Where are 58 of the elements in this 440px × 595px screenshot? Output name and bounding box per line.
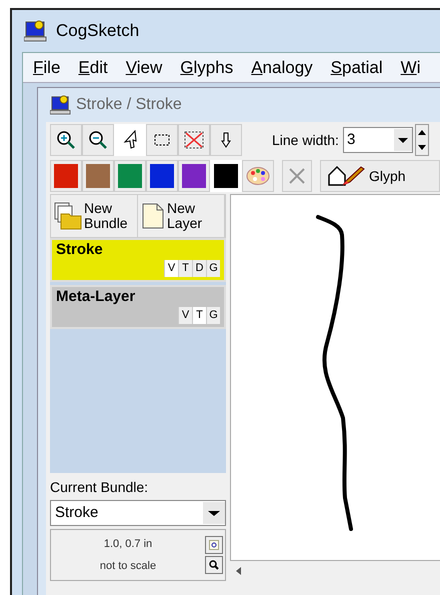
sketch-window-title: Stroke / Stroke <box>76 95 182 115</box>
line-width-label: Line width: <box>272 130 339 150</box>
zoom-button[interactable] <box>205 556 223 574</box>
left-arrow-icon <box>236 567 241 575</box>
app-icon <box>50 95 72 115</box>
menu-item[interactable]: Edit <box>78 54 108 80</box>
color-swatch-button[interactable] <box>82 160 114 192</box>
tool-button[interactable] <box>210 124 242 156</box>
app-icon <box>24 20 48 42</box>
tool-button[interactable] <box>50 124 82 156</box>
color-swatch-button[interactable] <box>114 160 146 192</box>
layer-name: Stroke <box>56 240 104 260</box>
sketch-size-text: 1.0, 0.7 in <box>104 536 152 552</box>
layer-toggle[interactable]: T <box>192 307 206 324</box>
palette-icon <box>246 166 270 186</box>
layer-toggle[interactable]: G <box>206 260 220 277</box>
layer-toggle[interactable]: G <box>206 307 220 324</box>
house-brush-icon <box>327 165 367 187</box>
glyph-button[interactable]: Glyph <box>320 160 440 192</box>
caret-icon <box>203 502 225 524</box>
layer-toggle[interactable]: V <box>178 307 192 324</box>
page-icon <box>140 201 166 231</box>
zoom-icon <box>209 540 219 550</box>
caret-icon <box>394 129 412 151</box>
search-icon <box>209 560 219 570</box>
tool-button[interactable] <box>178 124 210 156</box>
tool-button[interactable] <box>82 124 114 156</box>
scale-text: not to scale <box>100 559 156 574</box>
color-swatch-button[interactable] <box>146 160 178 192</box>
current-bundle-label: Current Bundle: <box>50 478 150 497</box>
down-arrow-icon <box>221 132 231 148</box>
layer-name: Meta-Layer <box>56 287 136 307</box>
close-icon <box>288 167 306 185</box>
menu-item[interactable]: Spatial <box>330 54 383 80</box>
menu-item[interactable]: Wi <box>400 54 420 80</box>
spinner[interactable] <box>414 124 429 156</box>
cross-box-icon <box>184 131 204 149</box>
window-title: CogSketch <box>56 20 140 42</box>
selection-box-icon <box>154 134 170 146</box>
layer-item[interactable]: Meta-Layer V T G <box>50 285 226 329</box>
menu-item[interactable]: Analogy <box>251 54 313 80</box>
layer-toggle[interactable]: D <box>192 260 206 277</box>
pointer-icon <box>123 130 137 150</box>
layer-item[interactable]: Stroke V T D G <box>50 238 226 282</box>
line-width-dropdown[interactable]: 3 <box>342 127 413 153</box>
layer-toggle[interactable]: T <box>178 260 192 277</box>
menu-item[interactable]: View <box>126 54 162 80</box>
color-swatch-button[interactable] <box>178 160 210 192</box>
menu-item[interactable]: Glyphs <box>180 54 234 80</box>
folder-icon <box>53 201 83 231</box>
layer-toggle[interactable]: V <box>164 260 178 277</box>
zoom-out-icon <box>87 129 109 151</box>
zoom-fit-button[interactable] <box>205 536 223 554</box>
tool-button[interactable] <box>146 124 178 156</box>
color-swatch-button[interactable] <box>50 160 82 192</box>
zoom-in-icon <box>55 129 77 151</box>
menu-item[interactable]: File <box>33 54 60 80</box>
bundle-dropdown[interactable]: Stroke <box>50 500 226 526</box>
